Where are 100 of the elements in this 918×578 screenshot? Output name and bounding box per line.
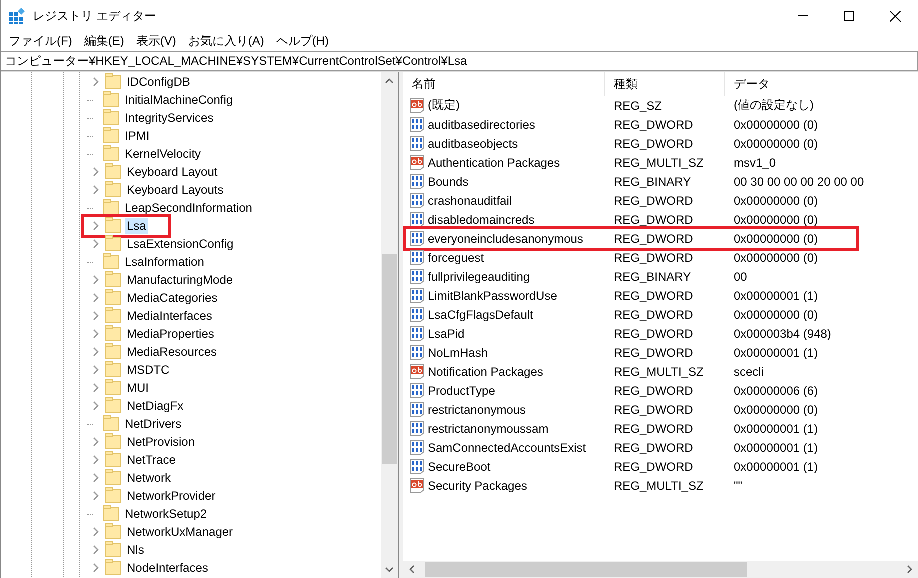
value-name[interactable]: everyoneincludesanonymous bbox=[428, 232, 584, 246]
value-name[interactable]: restrictanonymoussam bbox=[428, 422, 549, 436]
close-icon bbox=[890, 10, 900, 22]
tree-item[interactable]: NetProvision bbox=[125, 434, 198, 450]
value-name[interactable]: fullprivilegeauditing bbox=[428, 270, 530, 284]
expand-chevron-icon[interactable] bbox=[93, 383, 99, 393]
expand-chevron-icon[interactable] bbox=[93, 491, 99, 501]
tree-item[interactable]: InitialMachineConfig bbox=[123, 92, 236, 108]
tree-item[interactable]: MediaInterfaces bbox=[125, 308, 214, 324]
scroll-right-icon[interactable] bbox=[906, 565, 912, 574]
value-data: 0x00000000 (0) bbox=[733, 118, 818, 132]
column-header[interactable]: データ bbox=[725, 72, 918, 96]
tree-item[interactable]: LsaInformation bbox=[123, 254, 206, 270]
value-name[interactable]: LimitBlankPasswordUse bbox=[428, 288, 558, 302]
menu-item[interactable]: お気に入り(A) bbox=[182, 32, 270, 50]
value-name[interactable]: auditbasedirectories bbox=[428, 118, 536, 132]
value-name[interactable]: crashonauditfail bbox=[428, 194, 512, 208]
tree-item[interactable]: IPMI bbox=[123, 128, 152, 144]
value-name[interactable]: Security Packages bbox=[428, 478, 528, 492]
scroll-thumb[interactable] bbox=[425, 562, 747, 577]
tree-item[interactable]: ManufacturingMode bbox=[125, 272, 236, 288]
value-name[interactable]: Bounds bbox=[428, 174, 469, 188]
scroll-thumb[interactable] bbox=[382, 254, 397, 464]
menu-item[interactable]: 編集(E) bbox=[78, 32, 130, 50]
column-header[interactable]: 種類 bbox=[605, 72, 725, 96]
address-bar[interactable]: コンピューター¥HKEY_LOCAL_MACHINE¥SYSTEM¥CurrentControlSet¥Control¥Lsa bbox=[1, 51, 918, 71]
expand-chevron-icon[interactable] bbox=[93, 185, 99, 195]
value-name[interactable]: Notification Packages bbox=[428, 364, 544, 378]
expand-chevron-icon[interactable] bbox=[93, 527, 99, 537]
expand-chevron-icon[interactable] bbox=[93, 239, 99, 249]
expand-chevron-icon[interactable] bbox=[93, 293, 99, 303]
tree-item[interactable]: IntegrityServices bbox=[123, 110, 216, 126]
tree-item[interactable]: Network bbox=[125, 470, 174, 486]
scroll-down-icon[interactable] bbox=[385, 566, 394, 572]
value-type: REG_DWORD bbox=[613, 402, 694, 416]
tree-item[interactable]: NodeInterfaces bbox=[125, 560, 210, 576]
tree-item[interactable]: NetTrace bbox=[125, 452, 178, 468]
expand-chevron-icon[interactable] bbox=[93, 473, 99, 483]
expand-chevron-icon[interactable] bbox=[93, 77, 99, 87]
value-name[interactable]: NoLmHash bbox=[428, 346, 488, 360]
value-name[interactable]: LsaPid bbox=[428, 326, 465, 340]
menu-item[interactable]: ヘルプ(H) bbox=[270, 32, 335, 50]
expand-chevron-icon[interactable] bbox=[93, 545, 99, 555]
expand-chevron-icon[interactable] bbox=[93, 455, 99, 465]
tree-item[interactable]: NetworkProvider bbox=[125, 488, 218, 504]
tree-item[interactable]: KernelVelocity bbox=[123, 146, 204, 162]
tree-item[interactable]: MediaCategories bbox=[125, 290, 220, 306]
tree-item[interactable]: MediaResources bbox=[125, 344, 220, 360]
menu-item[interactable]: ファイル(F) bbox=[3, 32, 78, 50]
value-name[interactable]: restrictanonymous bbox=[428, 402, 526, 416]
tree-item[interactable]: Keyboard Layout bbox=[125, 164, 220, 180]
scroll-left-icon[interactable] bbox=[408, 565, 414, 574]
string-value-icon bbox=[409, 363, 425, 380]
column-header[interactable]: 名前 bbox=[403, 72, 605, 96]
value-name[interactable]: disabledomaincreds bbox=[428, 212, 535, 226]
expand-chevron-icon[interactable] bbox=[93, 311, 99, 321]
expand-chevron-icon[interactable] bbox=[93, 221, 99, 231]
value-name[interactable]: ProductType bbox=[428, 384, 496, 398]
expand-chevron-icon[interactable] bbox=[93, 167, 99, 177]
tree-item[interactable]: NetworkUxManager bbox=[125, 524, 236, 540]
expand-chevron-icon[interactable] bbox=[93, 275, 99, 285]
tree-item[interactable]: LsaExtensionConfig bbox=[125, 236, 236, 252]
folder-icon bbox=[105, 450, 121, 466]
value-type: REG_DWORD bbox=[613, 422, 694, 436]
binary-value-icon bbox=[409, 401, 425, 418]
binary-value-icon bbox=[409, 344, 425, 361]
expand-chevron-icon[interactable] bbox=[93, 401, 99, 411]
value-name[interactable]: LsaCfgFlagsDefault bbox=[428, 308, 534, 322]
expand-chevron-icon[interactable] bbox=[93, 437, 99, 447]
horizontal-scrollbar[interactable] bbox=[403, 561, 918, 578]
expand-chevron-icon[interactable] bbox=[93, 365, 99, 375]
tree-item[interactable]: NetworkSetup2 bbox=[123, 506, 210, 522]
expand-chevron-icon[interactable] bbox=[93, 329, 99, 339]
tree-item[interactable]: NetDrivers bbox=[123, 416, 184, 432]
vertical-scrollbar[interactable] bbox=[381, 72, 398, 578]
expand-chevron-icon[interactable] bbox=[93, 563, 99, 573]
menu-item[interactable]: 表示(V) bbox=[130, 32, 182, 50]
folder-icon bbox=[103, 504, 119, 520]
value-type: REG_MULTI_SZ bbox=[613, 478, 705, 492]
tree-item[interactable]: IDConfigDB bbox=[125, 74, 192, 90]
tree-item[interactable]: Lsa bbox=[125, 218, 148, 234]
expand-chevron-icon[interactable] bbox=[93, 347, 99, 357]
tree-item[interactable]: Keyboard Layouts bbox=[125, 182, 226, 198]
value-name[interactable]: forceguest bbox=[428, 250, 484, 264]
value-type: REG_BINARY bbox=[613, 174, 692, 188]
value-name[interactable]: SecureBoot bbox=[428, 460, 491, 474]
binary-value-icon bbox=[409, 306, 425, 323]
value-name[interactable]: (既定) bbox=[428, 97, 460, 114]
tree-item[interactable]: MediaProperties bbox=[125, 326, 216, 342]
tree-item[interactable]: NetDiagFx bbox=[125, 398, 186, 414]
value-type: REG_DWORD bbox=[613, 232, 694, 246]
value-name[interactable]: SamConnectedAccountsExist bbox=[428, 440, 586, 454]
tree-item[interactable]: LeapSecondInformation bbox=[123, 200, 254, 216]
value-name[interactable]: auditbaseobjects bbox=[428, 136, 518, 150]
value-name[interactable]: Authentication Packages bbox=[428, 156, 560, 170]
tree-item[interactable]: MSDTC bbox=[125, 362, 172, 378]
scroll-up-icon[interactable] bbox=[385, 78, 394, 84]
tree-item[interactable]: Nls bbox=[125, 542, 146, 558]
tree-item[interactable]: MUI bbox=[125, 380, 151, 396]
value-type: REG_DWORD bbox=[613, 326, 694, 340]
